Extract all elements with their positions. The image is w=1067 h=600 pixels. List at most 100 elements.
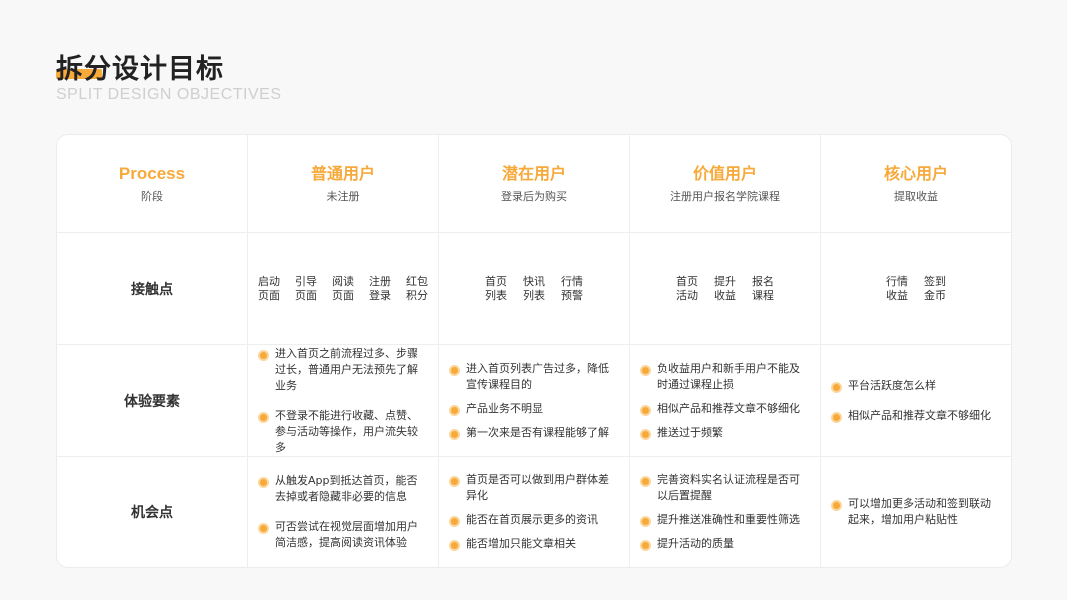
bullet-item: 推送过于频繁 xyxy=(640,425,806,441)
bullet-dot-icon xyxy=(258,349,269,361)
touchpoint-item: 启动页面 xyxy=(258,274,280,302)
bullet-item: 完善资料实名认证流程是否可以后置提醒 xyxy=(640,472,806,504)
bullet-text: 能否在首页展示更多的资讯 xyxy=(466,513,598,526)
header-sub: 登录后为购买 xyxy=(501,190,567,203)
bullet-dot-icon xyxy=(449,364,460,376)
bullet-text: 第一次来是否有课程能够了解 xyxy=(466,425,609,439)
header-title: Process xyxy=(118,164,186,183)
header-value-user: 价值用户 注册用户报名学院课程 xyxy=(630,135,821,233)
header-sub: 阶段 xyxy=(141,190,163,203)
header-potential-user: 潜在用户 登录后为购买 xyxy=(439,135,630,233)
bullet-item: 相似产品和推荐文章不够细化 xyxy=(831,408,997,424)
bullet-list: 进入首页列表广告过多，降低宣传课程目的产品业务不明显第一次来是否有课程能够了解 xyxy=(439,345,629,456)
header-sub: 未注册 xyxy=(326,190,360,203)
bullet-dot-icon xyxy=(449,476,460,487)
bullet-text: 进入首页之前流程过多、步骤过长，普通用户无法预先了解业务 xyxy=(275,346,418,392)
header-process: Process 阶段 xyxy=(57,135,248,233)
bullet-text: 首页是否可以做到用户群体差异化 xyxy=(466,473,609,502)
row-label-opportunity: 机会点 xyxy=(57,457,248,567)
row-label-experience: 体验要素 xyxy=(57,345,248,457)
bullet-text: 可以增加更多活动和签到联动起来，增加用户粘贴性 xyxy=(848,497,991,526)
bullet-text: 平台活跃度怎么样 xyxy=(848,378,936,392)
bullet-item: 可否尝试在视觉层面增加用户简洁感，提高阅读资讯体验 xyxy=(258,519,424,551)
bullet-list: 从触发App到抵达首页，能否去掉或者隐藏非必要的信息 可否尝试在视觉层面增加用户简… xyxy=(248,457,438,567)
touchpoint-item: 行情收益 xyxy=(886,274,908,302)
bullet-text: 不登录不能进行收藏、点赞、参与活动等操作，用户流失较多 xyxy=(275,408,418,454)
bullet-dot-icon xyxy=(831,381,842,393)
touchpoints-cell: 首页列表 快讯列表 行情预警 xyxy=(439,233,630,345)
bullet-item: 进入首页列表广告过多，降低宣传课程目的 xyxy=(449,361,615,393)
bullet-list: 可以增加更多活动和签到联动起来，增加用户粘贴性 xyxy=(821,457,1011,567)
table-grid: Process 阶段 普通用户 未注册 潜在用户 登录后为购买 价值用户 注册用… xyxy=(57,135,1011,567)
header-title: 核心用户 xyxy=(883,164,948,183)
bullet-item: 首页是否可以做到用户群体差异化 xyxy=(449,472,615,504)
row-label-touchpoints: 接触点 xyxy=(57,233,248,345)
bullet-dot-icon xyxy=(449,540,460,551)
bullet-item: 不登录不能进行收藏、点赞、参与活动等操作，用户流失较多 xyxy=(258,408,424,456)
header-sub: 提取收益 xyxy=(894,190,938,203)
bullet-text: 可否尝试在视觉层面增加用户简洁感，提高阅读资讯体验 xyxy=(275,520,418,549)
bullet-text: 负收益用户和新手用户不能及时通过课程止损 xyxy=(657,361,800,391)
bullet-dot-icon xyxy=(449,428,460,440)
bullet-dot-icon xyxy=(258,477,269,488)
opportunity-cell: 可以增加更多活动和签到联动起来，增加用户粘贴性 xyxy=(821,457,1011,567)
header-core-user: 核心用户 提取收益 xyxy=(821,135,1011,233)
bullet-item: 平台活跃度怎么样 xyxy=(831,378,997,394)
touchpoints-cell: 启动页面 引导页面 阅读页面 注册登录 红包积分 xyxy=(248,233,439,345)
opportunity-cell: 从触发App到抵达首页，能否去掉或者隐藏非必要的信息 可否尝试在视觉层面增加用户简… xyxy=(248,457,439,567)
bullet-item: 能否在首页展示更多的资讯 xyxy=(449,512,615,528)
bullet-dot-icon xyxy=(640,516,651,527)
bullet-text: 能否增加只能文章相关 xyxy=(466,537,576,550)
bullet-text: 产品业务不明显 xyxy=(466,401,543,415)
bullet-item: 产品业务不明显 xyxy=(449,401,615,417)
bullet-list: 首页是否可以做到用户群体差异化能否在首页展示更多的资讯 能否增加只能文章相关 xyxy=(439,457,629,567)
page-title: 拆分设计目标 xyxy=(56,54,224,85)
bullet-dot-icon xyxy=(258,523,269,534)
title-block: 拆分设计目标 xyxy=(56,47,224,86)
bullet-item: 进入首页之前流程过多、步骤过长，普通用户无法预先了解业务 xyxy=(258,346,424,394)
bullet-dot-icon xyxy=(640,404,651,416)
bullet-list: 进入首页之前流程过多、步骤过长，普通用户无法预先了解业务 不登录不能进行收藏、点赞… xyxy=(248,345,438,456)
bullet-dot-icon xyxy=(258,411,269,423)
objectives-table: Process 阶段 普通用户 未注册 潜在用户 登录后为购买 价值用户 注册用… xyxy=(56,134,1012,568)
touchpoint-item: 首页活动 xyxy=(676,274,698,302)
bullet-dot-icon xyxy=(640,476,651,487)
bullet-item: 提升推送准确性和重要性筛选 xyxy=(640,512,806,528)
touchpoint-item: 首页列表 xyxy=(485,274,507,302)
touchpoint-item: 红包积分 xyxy=(406,274,428,302)
experience-cell: 平台活跃度怎么样相似产品和推荐文章不够细化 xyxy=(821,345,1011,457)
experience-cell: 进入首页之前流程过多、步骤过长，普通用户无法预先了解业务 不登录不能进行收藏、点赞… xyxy=(248,345,439,457)
bullet-item: 可以增加更多活动和签到联动起来，增加用户粘贴性 xyxy=(831,496,997,528)
touchpoints-cell: 首页活动 提升收益 报名课程 xyxy=(630,233,821,345)
bullet-item: 从触发App到抵达首页，能否去掉或者隐藏非必要的信息 xyxy=(258,473,424,505)
touchpoint-item: 报名课程 xyxy=(752,274,774,302)
opportunity-cell: 完善资料实名认证流程是否可以后置提醒提升推送准确性和重要性筛选 提升活动的质量 xyxy=(630,457,821,567)
touchpoint-item: 快讯列表 xyxy=(523,274,545,302)
bullet-text: 完善资料实名认证流程是否可以后置提醒 xyxy=(657,473,800,502)
bullet-text: 进入首页列表广告过多，降低宣传课程目的 xyxy=(466,361,609,391)
page-subtitle: SPLIT DESIGN OBJECTIVES xyxy=(56,86,282,103)
bullet-item: 能否增加只能文章相关 xyxy=(449,536,615,552)
touchpoints-cell: 行情收益 签到金币 xyxy=(821,233,1011,345)
bullet-dot-icon xyxy=(640,428,651,440)
bullet-text: 提升推送准确性和重要性筛选 xyxy=(657,513,800,526)
experience-cell: 进入首页列表广告过多，降低宣传课程目的产品业务不明显第一次来是否有课程能够了解 xyxy=(439,345,630,457)
bullet-dot-icon xyxy=(831,411,842,423)
bullet-item: 第一次来是否有课程能够了解 xyxy=(449,425,615,441)
bullet-text: 从触发App到抵达首页，能否去掉或者隐藏非必要的信息 xyxy=(275,474,418,503)
bullet-item: 提升活动的质量 xyxy=(640,536,806,552)
touchpoint-item: 阅读页面 xyxy=(332,274,354,302)
bullet-dot-icon xyxy=(831,500,842,511)
bullet-text: 提升活动的质量 xyxy=(657,537,734,550)
bullet-list: 负收益用户和新手用户不能及时通过课程止损 相似产品和推荐文章不够细化 推送过于频繁 xyxy=(630,345,820,456)
header-sub: 注册用户报名学院课程 xyxy=(670,190,780,203)
touchpoint-item: 提升收益 xyxy=(714,274,736,302)
header-normal-user: 普通用户 未注册 xyxy=(248,135,439,233)
opportunity-cell: 首页是否可以做到用户群体差异化能否在首页展示更多的资讯 能否增加只能文章相关 xyxy=(439,457,630,567)
bullet-item: 负收益用户和新手用户不能及时通过课程止损 xyxy=(640,361,806,393)
touchpoint-item: 注册登录 xyxy=(369,274,391,302)
header-title: 潜在用户 xyxy=(501,164,566,183)
bullet-dot-icon xyxy=(640,364,651,376)
header-title: 普通用户 xyxy=(310,164,375,183)
bullet-dot-icon xyxy=(449,404,460,416)
